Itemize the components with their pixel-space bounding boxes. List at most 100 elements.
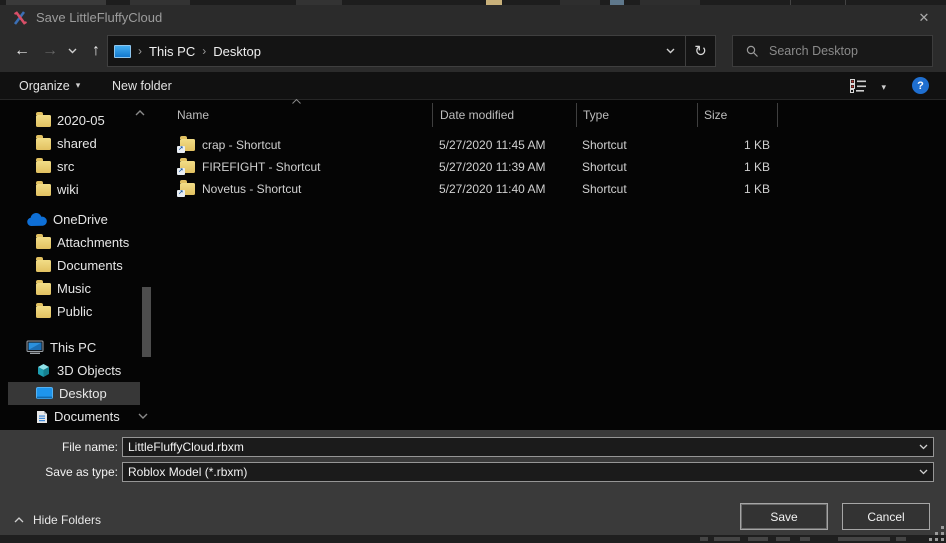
sidebar-item-label: Documents — [54, 409, 120, 424]
sidebar-item-label: This PC — [50, 340, 96, 355]
file-type: Shortcut — [576, 138, 697, 152]
organize-label: Organize — [19, 79, 70, 93]
sidebar-item-public[interactable]: Public — [8, 300, 140, 323]
sidebar-item-label: Music — [57, 281, 91, 296]
sidebar-item-documents-onedrive[interactable]: Documents — [8, 254, 140, 277]
file-type: Shortcut — [576, 182, 697, 196]
organize-button[interactable]: Organize ▾ — [19, 72, 80, 99]
help-icon[interactable]: ? — [912, 77, 929, 94]
file-row-crap-shortcut[interactable]: ↗ crap - Shortcut 5/27/2020 11:45 AM Sho… — [160, 134, 946, 156]
folder-icon — [36, 237, 51, 249]
file-size: 1 KB — [697, 138, 777, 152]
novetus-logo-icon — [13, 10, 28, 26]
chevron-up-icon — [14, 517, 24, 523]
views-caret-icon[interactable]: ▾ — [881, 82, 886, 93]
file-date-modified: 5/27/2020 11:40 AM — [432, 182, 576, 196]
this-pc-icon — [26, 340, 44, 355]
file-row-firefight-shortcut[interactable]: ↗ FIREFIGHT - Shortcut 5/27/2020 11:39 A… — [160, 156, 946, 178]
folder-icon — [36, 138, 51, 150]
search-box[interactable] — [732, 35, 933, 67]
file-name: crap - Shortcut — [202, 138, 281, 152]
search-input[interactable] — [769, 44, 919, 58]
tree-scroll-up-icon[interactable] — [135, 110, 145, 116]
column-header-date-modified[interactable]: Date modified — [432, 103, 576, 127]
details-view-icon[interactable] — [850, 79, 868, 93]
column-header-size[interactable]: Size — [697, 103, 777, 127]
search-icon — [746, 45, 759, 58]
file-size: 1 KB — [697, 182, 777, 196]
sidebar-item-label: OneDrive — [53, 212, 108, 227]
save-as-type-select[interactable] — [122, 462, 934, 482]
resize-grip[interactable] — [929, 526, 944, 541]
save-footer: File name: Save as type: Hide Folders Sa… — [0, 430, 946, 535]
back-icon[interactable]: ← — [10, 39, 34, 63]
this-pc-icon — [114, 45, 131, 58]
cancel-button[interactable]: Cancel — [842, 503, 930, 530]
hide-folders-button[interactable]: Hide Folders — [14, 513, 101, 527]
forward-icon: → — [38, 39, 62, 63]
sidebar-item-3d-objects[interactable]: 3D Objects — [8, 359, 140, 382]
sidebar-item-onedrive[interactable]: OneDrive — [8, 208, 140, 231]
onedrive-icon — [26, 213, 47, 227]
sidebar-item-shared[interactable]: shared — [8, 132, 140, 155]
sidebar-item-desktop[interactable]: Desktop — [8, 382, 140, 405]
address-dropdown-icon[interactable] — [656, 36, 685, 66]
address-bar[interactable]: › This PC › Desktop ↻ — [107, 35, 716, 67]
close-icon[interactable]: ✕ — [908, 5, 940, 30]
up-icon[interactable]: ↑ — [84, 39, 108, 63]
sidebar-item-music[interactable]: Music — [8, 277, 140, 300]
tree-scroll-down-icon[interactable] — [138, 413, 148, 419]
recent-locations-icon[interactable] — [64, 39, 80, 63]
tree-scrollbar-thumb[interactable] — [142, 287, 151, 357]
file-date-modified: 5/27/2020 11:45 AM — [432, 138, 576, 152]
folder-shortcut-icon: ↗ — [180, 183, 195, 195]
file-name-input[interactable] — [123, 440, 913, 454]
refresh-icon[interactable]: ↻ — [686, 36, 715, 66]
file-list: Name Date modified Type Size ↗ crap - Sh… — [160, 100, 946, 430]
folder-tree-sidebar: 2020-05 shared src wiki OneDrive Attachm… — [0, 100, 160, 430]
sidebar-item-attachments[interactable]: Attachments — [8, 231, 140, 254]
file-name: FIREFIGHT - Shortcut — [202, 160, 320, 174]
hide-folders-label: Hide Folders — [33, 513, 101, 527]
sidebar-item-this-pc[interactable]: This PC — [8, 336, 140, 359]
command-toolbar: Organize ▾ New folder ▾ ? — [0, 72, 946, 100]
sidebar-item-label: src — [57, 159, 74, 174]
breadcrumb-desktop[interactable]: Desktop — [213, 44, 261, 59]
column-header-name[interactable]: Name — [160, 103, 432, 127]
sidebar-item-src[interactable]: src — [8, 155, 140, 178]
save-as-type-value[interactable] — [123, 465, 913, 479]
file-type: Shortcut — [576, 160, 697, 174]
sidebar-item-label: 3D Objects — [57, 363, 121, 378]
taskbar-sliver — [0, 535, 946, 543]
combo-chevron-down-icon[interactable] — [913, 438, 933, 456]
save-button[interactable]: Save — [740, 503, 828, 530]
sidebar-item-wiki[interactable]: wiki — [8, 178, 140, 201]
folder-icon — [36, 283, 51, 295]
column-header-type[interactable]: Type — [576, 103, 697, 127]
sidebar-item-label: wiki — [57, 182, 79, 197]
sidebar-item-documents[interactable]: Documents — [8, 405, 140, 428]
file-name-combobox[interactable] — [122, 437, 934, 457]
sort-ascending-icon — [292, 99, 301, 104]
dialog-body: 2020-05 shared src wiki OneDrive Attachm… — [0, 100, 946, 430]
sidebar-item-label: Desktop — [59, 386, 107, 401]
save-as-type-label: Save as type: — [0, 462, 118, 482]
folder-icon — [36, 184, 51, 196]
folder-shortcut-icon: ↗ — [180, 139, 195, 151]
file-date-modified: 5/27/2020 11:39 AM — [432, 160, 576, 174]
desktop-icon — [36, 387, 53, 400]
titlebar: Save LittleFluffyCloud ✕ — [0, 5, 946, 30]
breadcrumb-separator: › — [131, 44, 149, 58]
folder-icon — [36, 115, 51, 127]
sidebar-item-label: Attachments — [57, 235, 129, 250]
sidebar-item-label: Public — [57, 304, 92, 319]
folder-icon — [36, 306, 51, 318]
sidebar-item-2020-05[interactable]: 2020-05 — [8, 109, 140, 132]
folder-shortcut-icon: ↗ — [180, 161, 195, 173]
combo-chevron-down-icon[interactable] — [913, 463, 933, 481]
breadcrumb-this-pc[interactable]: This PC — [149, 44, 195, 59]
file-name-label: File name: — [0, 437, 118, 457]
file-row-novetus-shortcut[interactable]: ↗ Novetus - Shortcut 5/27/2020 11:40 AM … — [160, 178, 946, 200]
new-folder-button[interactable]: New folder — [112, 72, 172, 99]
sidebar-item-label: 2020-05 — [57, 113, 105, 128]
